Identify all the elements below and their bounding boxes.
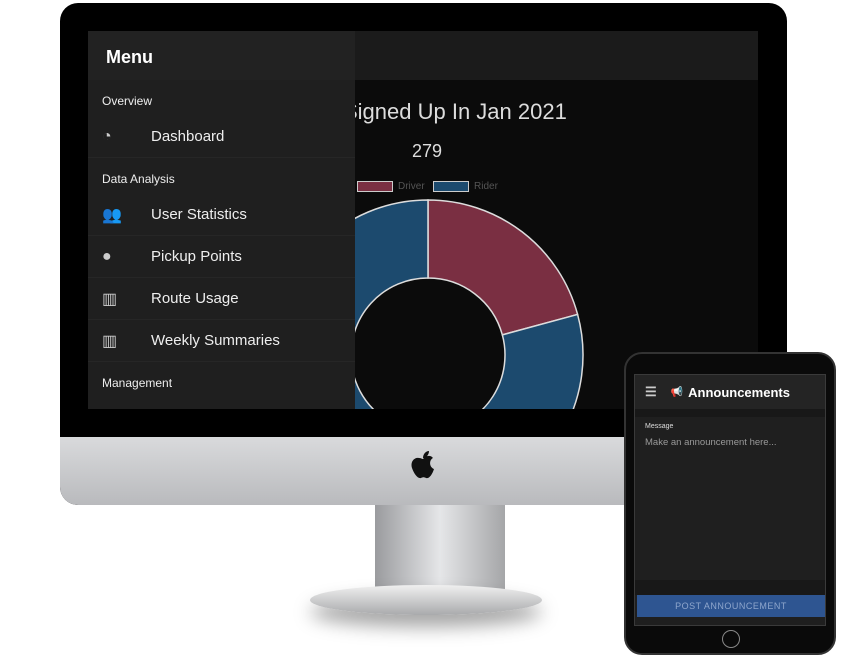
donut-slice-driver[interactable] [427,199,579,336]
map-icon: ▥ [102,290,118,308]
speedometer-icon: ◔ [102,127,112,145]
megaphone-icon: 📢 [670,386,684,398]
divider [635,580,825,595]
hamburger-menu-icon[interactable]: ☰ [635,384,671,400]
home-button[interactable] [722,630,740,648]
imac-stand [375,505,505,595]
circle-icon: ● [102,247,112,265]
sidebar-item-weekly-summaries[interactable]: ▥ Weekly Summaries [88,320,355,362]
sidebar-item-dashboard[interactable]: ◔ Dashboard [88,116,355,158]
apple-logo-icon [411,451,434,479]
message-label: Message [645,423,674,430]
sidebar-item-route-usage[interactable]: ▥ Route Usage [88,278,355,320]
tablet-header: ☰ 📢 Announcements [635,375,825,409]
tablet-title: Announcements [688,384,790,400]
sidebar-item-pickup-points[interactable]: ● Pickup Points [88,236,355,278]
tablet-frame: ☰ 📢 Announcements Message Make an announ… [624,352,836,655]
sidebar-item-label: Route Usage [151,290,239,307]
sidebar-item-label: Pickup Points [151,248,242,265]
menu-section-header: Management [102,376,173,390]
divider [635,409,825,417]
message-input[interactable]: Make an announcement here... [645,437,817,577]
sidebar-item-label: Weekly Summaries [151,332,280,349]
sidebar-item-user-statistics[interactable]: 👥 User Statistics [88,194,355,236]
sidebar-item-label: User Statistics [151,206,247,223]
sidebar-menu: Menu Overview ◔ Dashboard Data Analysis 👥 Use… [88,31,355,409]
post-announcement-button[interactable]: POST ANNOUNCEMENT [637,595,825,617]
users-icon: 👥 [102,206,122,224]
menu-section-header: Data Analysis [102,172,175,186]
tablet-screen: ☰ 📢 Announcements Message Make an announ… [634,374,826,626]
menu-title: Menu [88,31,355,80]
sidebar-item-label: Dashboard [151,128,225,145]
imac-base [310,585,542,615]
menu-section-header: Overview [102,94,153,108]
map-icon: ▥ [102,332,118,350]
